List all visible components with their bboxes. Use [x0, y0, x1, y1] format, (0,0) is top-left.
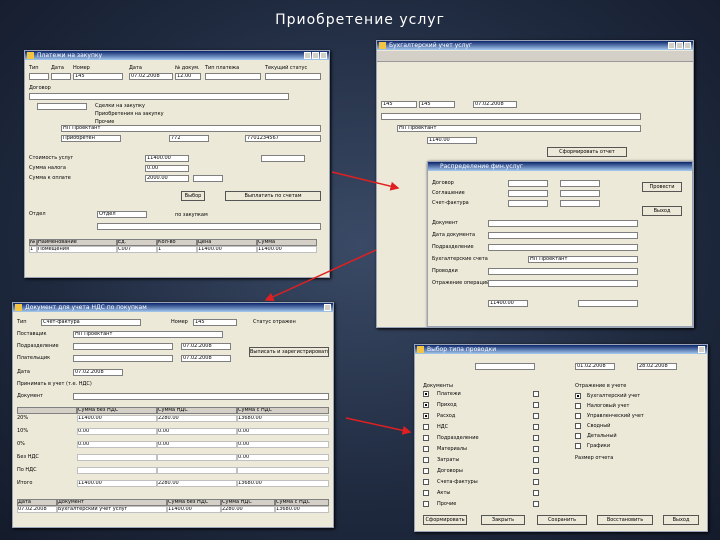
arrow-1	[331, 171, 400, 191]
flow-arrows	[264, 171, 412, 435]
arrow-2	[264, 249, 377, 301]
arrow-3	[345, 417, 412, 435]
